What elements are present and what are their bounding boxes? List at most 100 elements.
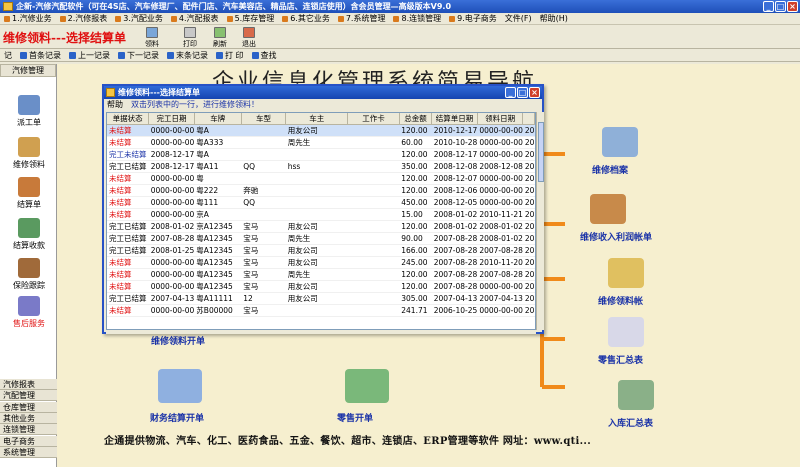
nav-right-label[interactable]: 入库汇总表 (608, 416, 653, 429)
menu-item[interactable]: 5.库存管理 (226, 13, 274, 24)
nav-right-icon[interactable] (602, 127, 638, 157)
table-cell: 周先生 (285, 268, 348, 281)
minimize-button[interactable]: _ (763, 1, 774, 12)
menu-item[interactable]: 文件(F) (505, 13, 532, 24)
nav-bottom-label[interactable]: 零售开单 (337, 411, 373, 424)
toolbar-button[interactable]: 打印 (178, 26, 202, 48)
nav-right-label[interactable]: 维修收入利润帐单 (580, 230, 652, 243)
dialog-minimize-button[interactable]: _ (505, 87, 516, 98)
table-row[interactable]: 未结算 0000-00-00 苏B00000 宝马 241.71 2006-10-25 00… (107, 304, 535, 317)
table-row[interactable]: 完工已结算 2007-04-13 粤A11111 12 用友公司 305.00 2007-0… (107, 292, 535, 305)
menu-item[interactable]: 3.汽配业务 (115, 13, 163, 24)
nav-right-icon[interactable] (590, 194, 626, 224)
table-row[interactable]: 完工未结算 2008-12-17 粤A 120.00 2008-12-17 0000-00… (107, 148, 535, 161)
nav-bottom-icon[interactable] (345, 369, 389, 403)
menu-item[interactable]: 7.系统管理 (337, 13, 385, 24)
dialog-maximize-button[interactable]: □ (517, 87, 528, 98)
column-header[interactable]: 工作卡 (347, 113, 400, 125)
dialog-close-button[interactable]: × (529, 87, 540, 98)
nav-right-label[interactable]: 零售汇总表 (598, 353, 643, 366)
maximize-button[interactable]: □ (775, 1, 786, 12)
nav-right-icon[interactable] (608, 258, 644, 288)
nav-button[interactable]: 记 (4, 50, 12, 61)
sidebar-item[interactable]: 结算收款 (4, 218, 54, 251)
table-cell: 15.00 (399, 208, 432, 221)
dialog-help-menu[interactable]: 帮助 (107, 99, 123, 110)
menu-item[interactable]: 2.汽修报表 (59, 13, 107, 24)
sidebar-footer-item[interactable]: 电子商务 (0, 435, 57, 447)
column-header[interactable]: 结算单日期 (431, 113, 478, 125)
nav-right-icon[interactable] (618, 380, 654, 410)
menu-item[interactable]: 6.其它业务 (282, 13, 330, 24)
table-row[interactable]: 未结算 0000-00-00 粤111 QQ 450.00 2008-12-05 0000-… (107, 196, 535, 209)
nav-button[interactable]: 下一记录 (118, 50, 159, 61)
nav-right-icon[interactable] (608, 317, 644, 347)
menu-item-icon (393, 15, 400, 22)
dispatch-icon (18, 95, 40, 115)
sidebar-footer-item[interactable]: 其他业务 (0, 412, 57, 424)
column-header[interactable]: 车型 (241, 113, 287, 125)
table-cell: 2008-12-17 (148, 160, 195, 173)
table-row[interactable]: 完工已结算 2008-01-25 粤A12345 宝马 用友公司 166.00 2007-0… (107, 244, 535, 257)
nav-partial-label[interactable]: 维修领料开单 (151, 334, 205, 347)
sidebar-footer-item[interactable]: 汽修报表 (0, 379, 57, 390)
table-row[interactable]: 未结算 0000-00-00 粤 120.00 2008-12-07 0000-00-00… (107, 172, 535, 185)
column-header[interactable]: 车主 (285, 113, 349, 125)
column-header[interactable]: 领料日期 (477, 113, 524, 125)
nav-button[interactable]: 上一记录 (69, 50, 110, 61)
column-header[interactable]: 单据状态 (107, 113, 150, 125)
sidebar-footer-item[interactable]: 汽配管理 (0, 390, 57, 402)
sidebar-footer-item[interactable]: 连锁管理 (0, 424, 57, 436)
column-header[interactable]: 车牌 (194, 113, 242, 125)
column-header[interactable]: 总金额 (399, 113, 433, 125)
nav-button[interactable]: 打 印 (216, 50, 244, 61)
toolbar-button[interactable]: 退出 (237, 26, 261, 48)
toolbar-button[interactable]: 领料 (140, 26, 164, 48)
table-row[interactable]: 完工已结算 2008-12-17 粤A11 QQ hss 350.00 2008-12-08… (107, 160, 535, 173)
menu-item[interactable]: 8.连锁管理 (393, 13, 441, 24)
sidebar-item[interactable]: 结算单 (4, 177, 54, 210)
close-button[interactable]: × (787, 1, 798, 12)
table-cell: 245.00 (399, 256, 432, 269)
menu-item[interactable]: 4.汽配报表 (170, 13, 219, 24)
grid-vertical-scrollbar[interactable] (536, 112, 544, 330)
sidebar-item[interactable]: 维修领料 (4, 137, 54, 170)
table-cell: 12 (241, 292, 286, 305)
table-row[interactable]: 完工已结算 2007-08-28 粤A12345 宝马 周先生 90.00 2007-08-… (107, 232, 535, 245)
nav-button[interactable]: 首条记录 (20, 50, 61, 61)
column-header[interactable]: 完工日期 (148, 113, 195, 125)
nav-button[interactable]: 查找 (251, 50, 277, 61)
menu-item[interactable]: 1.汽修业务 (4, 13, 52, 24)
table-cell: 20 (522, 220, 535, 233)
sidebar-footer-item[interactable]: 系统管理 (0, 446, 57, 458)
scroll-thumb[interactable] (538, 122, 544, 182)
table-cell: 2008-12-08 (431, 160, 478, 173)
sidebar-item[interactable]: 派工单 (4, 95, 54, 128)
nav-right-label[interactable]: 维修领料帐 (598, 294, 643, 307)
table-cell: 完工未结算 (107, 148, 149, 161)
table-row[interactable]: 未结算 0000-00-00 粤A12345 宝马 用友公司 120.00 2007-08-… (107, 280, 535, 293)
nav-button[interactable]: 末条记录 (167, 50, 208, 61)
menu-item[interactable]: 帮助(H) (540, 13, 568, 24)
grid-horizontal-scrollbar[interactable] (106, 330, 536, 334)
toolbar-button[interactable]: 刷新 (208, 26, 232, 48)
sidebar-item[interactable]: 售后服务 (4, 296, 54, 329)
sidebar-footer-item[interactable]: 仓库管理 (0, 401, 57, 413)
table-row[interactable]: 未结算 0000-00-00 粤222 奔驰 120.00 2008-12-06 0000-… (107, 184, 535, 197)
table-row[interactable]: 未结算 0000-00-00 京A 15.00 2008-01-02 2010-11-21… (107, 208, 535, 221)
nav-label: 记 (4, 51, 12, 60)
nav-bottom-icon[interactable] (158, 369, 202, 403)
table-cell: 90.00 (399, 232, 432, 245)
table-row[interactable]: 未结算 0000-00-00 粤A12345 宝马 周先生 120.00 2007-08-2… (107, 268, 535, 281)
table-row[interactable]: 未结算 0000-00-00 粤A 用友公司 120.00 2010-12-17 0000-… (107, 124, 535, 137)
nav-right-label[interactable]: 维修档案 (592, 163, 628, 176)
table-row[interactable]: 未结算 0000-00-00 粤A333 周先生 60.00 2010-10-28 0000… (107, 136, 535, 149)
sidebar-item[interactable]: 保险跟踪 (4, 258, 54, 291)
settlement-grid[interactable]: 单据状态 完工日期 车牌 车型 车主 工作卡 总金额 结算单日期 领料日期 未结算 0000-00… (106, 112, 536, 330)
column-header[interactable] (522, 113, 535, 125)
table-cell: 350.00 (399, 160, 432, 173)
table-row[interactable]: 完工已结算 2008-01-02 京A12345 宝马 用友公司 120.00 2008-0… (107, 220, 535, 233)
nav-bottom-label[interactable]: 财务结算开单 (150, 411, 204, 424)
table-row[interactable]: 未结算 0000-00-00 粤A12345 宝马 用友公司 245.00 2007-08-… (107, 256, 535, 269)
menu-item[interactable]: 9.电子商务 (449, 13, 497, 24)
